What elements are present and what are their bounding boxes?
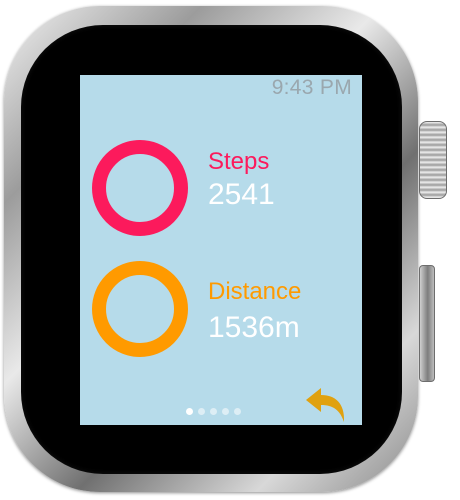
- distance-label: Distance: [208, 278, 302, 305]
- page-dot-4: [222, 408, 229, 415]
- watch-mockup: 9:43 PM Steps 2541 Distance 1536m: [0, 0, 460, 500]
- steps-label: Steps: [208, 148, 270, 175]
- reply-arrow-icon: [306, 388, 345, 422]
- steps-value: 2541: [208, 178, 275, 211]
- back-button[interactable]: [302, 385, 350, 425]
- side-button[interactable]: [419, 265, 435, 382]
- page-dot-5: [234, 408, 241, 415]
- page-dot-2: [198, 408, 205, 415]
- page-dot-3: [210, 408, 217, 415]
- distance-progress-ring-icon: [92, 261, 188, 357]
- page-dot-1: [186, 408, 193, 415]
- page-indicator: [186, 408, 241, 415]
- distance-value: 1536m: [208, 311, 300, 344]
- watch-screen: 9:43 PM Steps 2541 Distance 1536m: [80, 75, 362, 425]
- digital-crown[interactable]: [419, 121, 447, 199]
- steps-progress-ring-icon: [92, 140, 188, 236]
- status-time: 9:43 PM: [271, 76, 352, 99]
